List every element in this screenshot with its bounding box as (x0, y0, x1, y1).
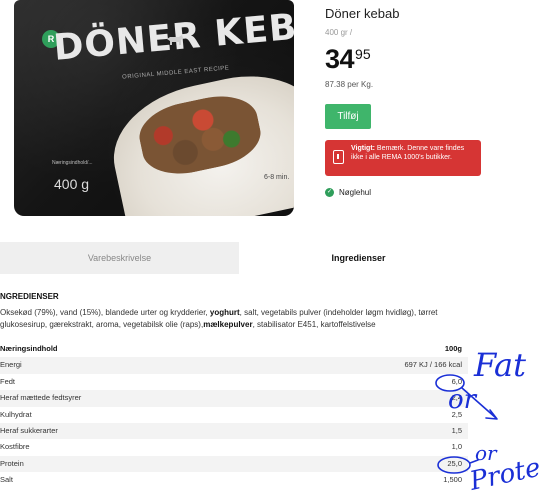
tab-ingredients[interactable]: Ingredienser (239, 242, 478, 274)
ingredients-part1: Oksekød (79%), vand (15%), blandede urte… (0, 308, 210, 317)
nutrition-header-label: Næringsindhold (0, 344, 58, 353)
annotation-fat: Fat (473, 346, 526, 384)
ingredients-text: Oksekød (79%), vand (15%), blandede urte… (0, 307, 450, 331)
package-weight: 400 g (54, 176, 90, 192)
availability-alert: Vigtigt: Bemærk. Denne vare findes ikke … (325, 140, 481, 176)
nutrient-label: Kostfibre (0, 442, 30, 452)
table-row: Kostfibre 1,0 (0, 439, 468, 455)
product-image: R DÖNER KEBAB ORIGINAL MIDDLE EAST RECIP… (14, 0, 294, 216)
ingredients-heading: NGREDIENSER (0, 292, 59, 301)
nutrient-value: 1,0 (451, 442, 462, 452)
table-row: Salt 1,500 (0, 472, 468, 488)
cow-icon (167, 35, 183, 45)
nutrient-label: Energi (0, 360, 22, 370)
info-tabs: Varebeskrivelse Ingredienser (0, 242, 478, 274)
table-row: Energi 697 KJ / 166 kcal (0, 357, 468, 374)
nutrient-label: Kulhydrat (0, 409, 32, 419)
ingredients-part3: , stabilisator E451, kartoffelstivelse (252, 320, 376, 329)
add-to-cart-button[interactable]: Tilføj (325, 104, 371, 129)
nutrition-header-value: 100g (444, 344, 462, 353)
nutrient-label: Salt (0, 475, 13, 485)
nutrient-value: 697 KJ / 166 kcal (404, 360, 462, 370)
nutrient-label: Heraf mættede fedtsyrer (0, 393, 82, 403)
nutrient-label: Fedt (0, 376, 16, 386)
unit-price: 87.38 per Kg. (325, 80, 374, 89)
keyhole-label: ✓ Nøglehul (325, 188, 371, 197)
nutrient-value: 25,0 (447, 458, 462, 468)
nutrition-header-row: Næringsindhold 100g (0, 341, 468, 357)
warning-icon (333, 150, 344, 164)
nutrient-value: 6,0 (451, 376, 462, 386)
keyhole-text: Nøglehul (339, 188, 372, 197)
nutrient-value: 2,4 (451, 393, 462, 403)
nutrient-value: 1,500 (443, 475, 462, 485)
allergen-milk-powder: mælkepulver (203, 320, 253, 329)
price-decimals: 95 (355, 46, 371, 62)
price: 3495 (325, 44, 371, 75)
product-weight: 400 gr / (325, 28, 353, 37)
package-bag: R DÖNER KEBAB ORIGINAL MIDDLE EAST RECIP… (14, 0, 294, 216)
protein-arrow (469, 459, 479, 464)
table-row: Kulhydrat 2,5 (0, 407, 468, 423)
package-small-text: Næringsindhold/... (52, 160, 93, 166)
table-row: Heraf mættede fedtsyrer 2,4 (0, 390, 468, 407)
package-cook-time: 6-8 min. (264, 174, 290, 181)
product-title: Döner kebab (325, 6, 400, 21)
alert-label: Vigtigt: (351, 145, 375, 152)
table-row: Protein 25,0 (0, 455, 468, 473)
tab-description[interactable]: Varebeskrivelse (0, 242, 239, 274)
nutrient-value: 2,5 (451, 409, 462, 419)
keyhole-icon: ✓ (325, 188, 334, 197)
nutrition-table: Næringsindhold 100g Energi 697 KJ / 166 … (0, 341, 468, 489)
annotation-or-bottom: or (475, 441, 498, 465)
allergen-yoghurt: yoghurt (209, 308, 240, 317)
nutrient-label: Protein (0, 458, 24, 468)
price-main: 34 (325, 44, 355, 74)
nutrient-value: 1,5 (451, 425, 462, 435)
table-row: Heraf sukkerarter 1,5 (0, 422, 468, 440)
table-row: Fedt 6,0 (0, 374, 468, 390)
nutrient-label: Heraf sukkerarter (0, 425, 58, 435)
annotation-protein: Protein (466, 447, 540, 497)
